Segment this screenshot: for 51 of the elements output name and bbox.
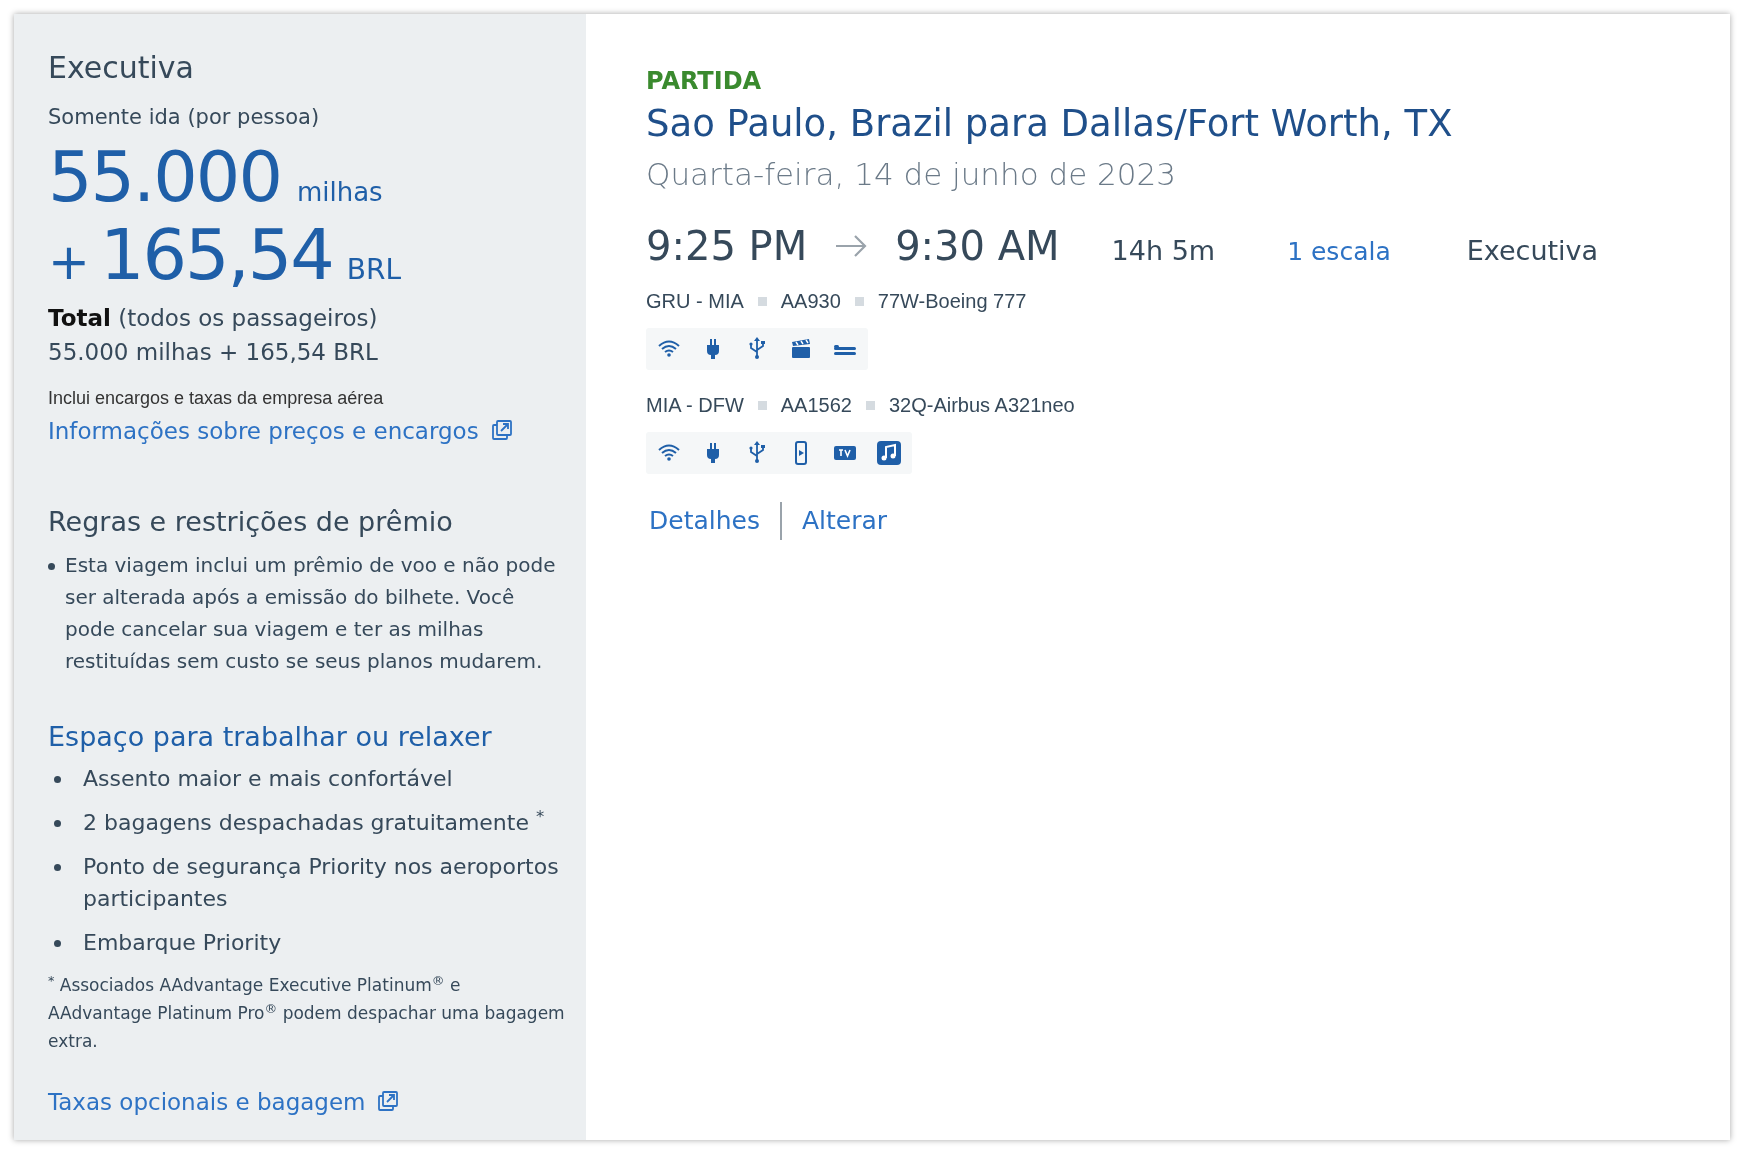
total-label: Total bbox=[48, 304, 111, 331]
rules-title: Regras e restrições de prêmio bbox=[48, 505, 454, 539]
includes-note: Inclui encargos e taxas da empresa aérea bbox=[48, 386, 385, 410]
external-link-icon bbox=[377, 1090, 400, 1112]
aircraft-type: 77W-Boeing 777 bbox=[877, 289, 1027, 314]
flight-number: AA1562 bbox=[780, 393, 852, 418]
trip-type: Somente ida (por pessoa) bbox=[48, 104, 321, 131]
aircraft-type: 32Q-Airbus A321neo bbox=[888, 393, 1075, 418]
baggage-fees-link[interactable]: Taxas opcionais e bagagem bbox=[48, 1085, 566, 1120]
bullet-icon bbox=[54, 940, 61, 947]
miles-unit: milhas bbox=[296, 175, 383, 209]
arrow-icon bbox=[835, 235, 868, 257]
bullet-icon bbox=[54, 864, 61, 871]
plus-sign: + bbox=[48, 231, 90, 293]
benefit-text: 2 bagagens despachadas gratuitamente $^{*}$ bbox=[83, 807, 545, 837]
total-note: (todos os passageiros) bbox=[118, 304, 378, 331]
cabin-class: Executiva bbox=[1466, 234, 1599, 268]
price-info-link[interactable]: Informações sobre preços e encargos bbox=[48, 413, 566, 448]
route-title: Sao Paulo, Brazil para Dallas/Fort Worth, TX bbox=[646, 101, 1454, 147]
details-link[interactable]: Detalhes bbox=[649, 502, 760, 540]
miles-amount: 55.000 bbox=[48, 137, 281, 216]
arrival-time: 9:30 AM bbox=[895, 222, 1060, 271]
segment-route: GRU - MIA bbox=[646, 289, 744, 314]
total-value: 55.000 milhas + 165,54 BRL bbox=[48, 337, 379, 367]
flight-date: Quarta-feira, 14 de junho de 2023 bbox=[646, 155, 1177, 194]
benefit-text: Embarque Priority bbox=[83, 929, 282, 957]
bullet-icon bbox=[54, 776, 61, 783]
departure-label: PARTIDA bbox=[646, 66, 763, 96]
flight-number: AA930 bbox=[780, 289, 841, 314]
bullet-icon bbox=[48, 562, 55, 570]
price-amount: 165,54 bbox=[99, 215, 333, 294]
change-link[interactable]: Alterar bbox=[801, 502, 888, 540]
link-divider bbox=[779, 502, 782, 540]
flight-duration: 14h 5m bbox=[1111, 234, 1216, 268]
separator-icon bbox=[757, 400, 767, 410]
separator-icon bbox=[757, 296, 767, 306]
segment-route: MIA - DFW bbox=[646, 393, 744, 418]
separator-icon bbox=[854, 296, 864, 306]
external-link-icon bbox=[490, 418, 513, 441]
bullet-icon bbox=[54, 820, 61, 827]
stops-link[interactable]: 1 escala bbox=[1287, 233, 1391, 271]
separator-icon bbox=[865, 400, 875, 410]
benefits-title: Espaço para trabalhar ou relaxer bbox=[48, 719, 493, 754]
footnote-text: $^{*}$ Associados AAdvantage Executive Platinum$^{®}$ e AAdvantage Platinum Pro$^{®}$ podem despachar uma bagagem extra. bbox=[48, 971, 566, 1053]
music-note-icon bbox=[876, 440, 902, 466]
currency: BRL bbox=[346, 251, 402, 288]
cabin-title: Executiva bbox=[48, 49, 195, 87]
departure-time: 9:25 PM bbox=[646, 222, 808, 271]
benefit-text: Ponto de segurança Priority nos aeroportos participantes bbox=[83, 853, 560, 913]
rules-text: Esta viagem inclui um prêmio de voo e não pode ser alterada após a emissão do bilhete. Você pode cancelar sua viagem e ter as milhas restituídas sem custo se seus planos mudarem. bbox=[65, 551, 557, 675]
benefit-text: Assento maior e mais confortável bbox=[83, 765, 453, 793]
